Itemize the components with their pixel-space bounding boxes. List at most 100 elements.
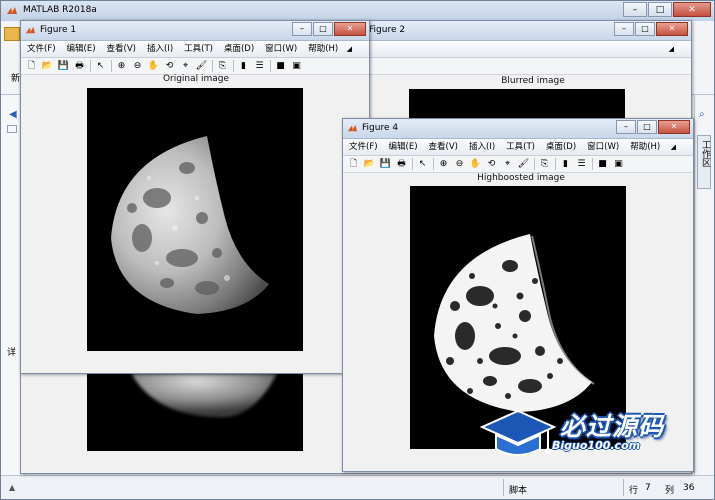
zoom-out-icon[interactable]: ⊖ xyxy=(453,158,466,171)
new-file-icon[interactable]: 🗋 xyxy=(25,60,38,73)
zoom-in-icon[interactable]: ⊕ xyxy=(115,60,128,73)
data-cursor-icon[interactable]: ⌖ xyxy=(179,60,192,73)
details-panel-label: 详 xyxy=(7,348,17,358)
menu-item[interactable]: 帮助(H) xyxy=(630,139,660,155)
brush-icon[interactable]: 🖌 xyxy=(195,60,208,73)
rotate-3d-icon[interactable]: ⟲ xyxy=(163,60,176,73)
figure-1-title-bar[interactable]: Figure 1 – □ ✕ xyxy=(21,21,369,41)
menubar-dock-arrow-icon[interactable]: ◢ xyxy=(347,41,352,57)
watermark-logo: 必过源码 Biguo100.com xyxy=(478,405,688,465)
figure-1-window: Figure 1 – □ ✕ 文件(F) 编辑(E) 查看(V) 插入(I) 工具(T)… xyxy=(20,20,370,374)
figure-4-toolbar: 🗋 📂 💾 🖶 ↖ ⊕ ⊖ ✋ ⟲ ⌖ 🖌 ⎘ ▮ ☰ ■ ▣ xyxy=(343,156,693,173)
graduation-cap-icon xyxy=(479,409,557,456)
legend-icon[interactable]: ☰ xyxy=(575,158,588,171)
main-maximize-button[interactable]: □ xyxy=(648,2,672,17)
menu-item[interactable]: 编辑(E) xyxy=(67,41,96,57)
figure-1-toolbar: 🗋 📂 💾 🖶 ↖ ⊕ ⊖ ✋ ⟲ ⌖ 🖌 ⎘ ▮ ☰ ■ ▣ xyxy=(21,58,369,75)
menu-item[interactable]: 查看(V) xyxy=(107,41,136,57)
menu-item[interactable]: 窗口(W) xyxy=(265,41,297,57)
save-icon[interactable]: 💾 xyxy=(379,158,392,171)
legend-icon[interactable]: ☰ xyxy=(253,60,266,73)
show-plot-tools-icon[interactable]: ▣ xyxy=(290,60,303,73)
main-minimize-button[interactable]: – xyxy=(623,2,647,17)
data-cursor-icon[interactable]: ⌖ xyxy=(501,158,514,171)
toolbar-separator xyxy=(534,158,535,170)
status-bar: ▲ 脚本 行 7 列 36 xyxy=(1,475,714,499)
workspace-tab[interactable]: 工作区 xyxy=(697,135,711,189)
colorbar-icon[interactable]: ▮ xyxy=(237,60,250,73)
pan-hand-icon[interactable]: ✋ xyxy=(147,60,160,73)
figure-2-maximize-button[interactable]: □ xyxy=(635,22,655,36)
toolbar-separator xyxy=(270,60,271,72)
save-icon[interactable]: 💾 xyxy=(57,60,70,73)
hide-plot-tools-icon[interactable]: ■ xyxy=(596,158,609,171)
status-separator xyxy=(623,479,624,496)
figure-2-title: Figure 2 xyxy=(369,25,406,35)
menu-item[interactable]: 插入(I) xyxy=(469,139,495,155)
pointer-icon[interactable]: ↖ xyxy=(94,60,107,73)
new-script-icon[interactable] xyxy=(4,27,20,41)
figure-1-maximize-button[interactable]: □ xyxy=(313,22,333,36)
toolbar-separator xyxy=(111,60,112,72)
zoom-in-icon[interactable]: ⊕ xyxy=(437,158,450,171)
matlab-logo-icon xyxy=(7,7,17,14)
brush-icon[interactable]: 🖌 xyxy=(517,158,530,171)
hide-plot-tools-icon[interactable]: ■ xyxy=(274,60,287,73)
zoom-out-icon[interactable]: ⊖ xyxy=(131,60,144,73)
back-arrow-icon[interactable]: ◀ xyxy=(9,109,17,120)
link-plot-icon[interactable]: ⎘ xyxy=(538,158,551,171)
new-file-icon[interactable]: 🗋 xyxy=(347,158,360,171)
print-icon[interactable]: 🖶 xyxy=(73,60,86,73)
show-plot-tools-icon[interactable]: ▣ xyxy=(612,158,625,171)
status-separator xyxy=(503,479,504,496)
link-plot-icon[interactable]: ⎘ xyxy=(216,60,229,73)
workspace-tab-label: 工作区 xyxy=(700,140,710,167)
rotate-3d-icon[interactable]: ⟲ xyxy=(485,158,498,171)
menu-item[interactable]: 帮助(H) xyxy=(308,41,338,57)
menu-item[interactable]: 文件(F) xyxy=(27,41,56,57)
figure-2-minimize-button[interactable]: – xyxy=(614,22,634,36)
search-icon[interactable]: ⌕ xyxy=(699,109,705,120)
menu-item[interactable]: 桌面(D) xyxy=(546,139,576,155)
main-title-bar[interactable]: MATLAB R2018a – □ ✕ xyxy=(1,1,714,21)
figure-1-close-button[interactable]: ✕ xyxy=(334,22,366,36)
figure-2-close-button[interactable]: ✕ xyxy=(656,22,688,36)
status-col-label: 列 xyxy=(665,486,675,496)
pointer-icon[interactable]: ↖ xyxy=(416,158,429,171)
ribbon-new-label[interactable]: 新 xyxy=(11,71,20,84)
menu-item[interactable]: 窗口(W) xyxy=(587,139,619,155)
menu-item[interactable]: 插入(I) xyxy=(147,41,173,57)
figure-4-title-bar[interactable]: Figure 4 – □ ✕ xyxy=(343,119,693,139)
colorbar-icon[interactable]: ▮ xyxy=(559,158,572,171)
figure-4-menubar: 文件(F) 编辑(E) 查看(V) 插入(I) 工具(T) 桌面(D) 窗口(W) 帮助(H)… xyxy=(343,139,693,156)
matlab-logo-icon xyxy=(25,26,36,34)
menubar-dock-arrow-icon[interactable]: ◢ xyxy=(669,41,674,57)
open-folder-icon[interactable]: 📂 xyxy=(363,158,376,171)
menu-item[interactable]: 工具(T) xyxy=(184,41,213,57)
main-window-title: MATLAB R2018a xyxy=(23,5,97,15)
menubar-dock-arrow-icon[interactable]: ◢ xyxy=(671,139,676,155)
print-icon[interactable]: 🖶 xyxy=(395,158,408,171)
menu-item[interactable]: 工具(T) xyxy=(506,139,535,155)
figure-2-axes-title: Blurred image xyxy=(501,76,565,86)
menu-item[interactable]: 查看(V) xyxy=(429,139,458,155)
figure-4-close-button[interactable]: ✕ xyxy=(658,120,690,134)
pan-hand-icon[interactable]: ✋ xyxy=(469,158,482,171)
main-close-button[interactable]: ✕ xyxy=(673,2,711,17)
menu-item[interactable]: 文件(F) xyxy=(349,139,378,155)
figure-1-minimize-button[interactable]: – xyxy=(292,22,312,36)
figure-4-maximize-button[interactable]: □ xyxy=(637,120,657,134)
toolbar-separator xyxy=(412,158,413,170)
menu-item[interactable]: 编辑(E) xyxy=(389,139,418,155)
status-expand-icon[interactable]: ▲ xyxy=(9,483,15,492)
folder-icon[interactable] xyxy=(7,125,17,133)
toolbar-separator xyxy=(433,158,434,170)
figure-4-title: Figure 4 xyxy=(362,123,399,133)
open-folder-icon[interactable]: 📂 xyxy=(41,60,54,73)
figure-4-minimize-button[interactable]: – xyxy=(616,120,636,134)
status-mode: 脚本 xyxy=(509,486,528,496)
menu-item[interactable]: 桌面(D) xyxy=(224,41,254,57)
status-row-value: 7 xyxy=(645,483,651,493)
figure-1-title: Figure 1 xyxy=(40,25,77,35)
figure-4-axes-title: Highboosted image xyxy=(477,173,565,183)
